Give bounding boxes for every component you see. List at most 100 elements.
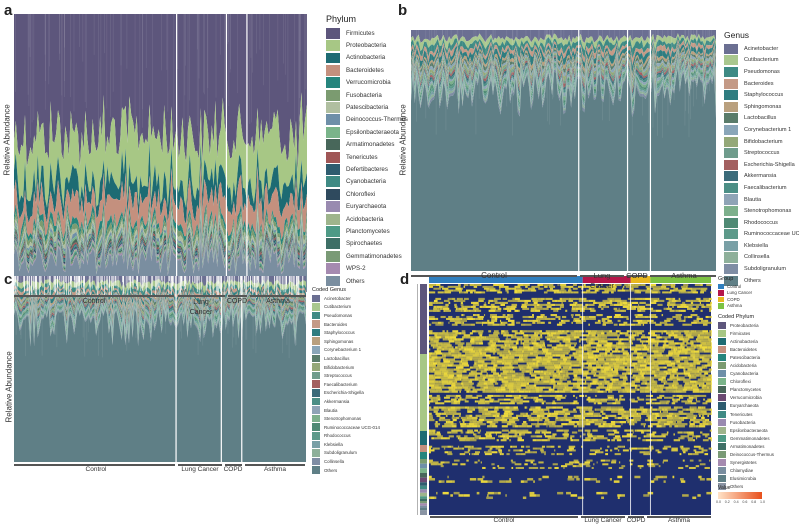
heat-cell (631, 400, 638, 403)
heat-cell (544, 354, 550, 357)
legend-item-ruminococcaceae-ucg-014: Ruminococcaceae UCG-014 (312, 423, 380, 432)
heat-cell (708, 360, 711, 363)
heat-cell (637, 376, 643, 379)
heat-cell (547, 362, 553, 365)
heat-cell (493, 372, 500, 375)
heat-cell (709, 398, 712, 401)
heat-cell (647, 370, 653, 373)
heat-cell (539, 412, 544, 415)
heat-cell (447, 338, 453, 341)
heat-cell (469, 284, 475, 287)
stacked-area-plot-genus (411, 30, 716, 271)
heat-cell (678, 330, 684, 333)
heat-cell (429, 360, 435, 363)
heat-cell (656, 334, 660, 337)
heat-cell (504, 362, 512, 365)
heat-cell (610, 420, 616, 424)
heat-cell (614, 368, 619, 371)
heat-cell (449, 368, 454, 371)
heat-cell (533, 344, 536, 347)
heat-cell (461, 305, 465, 308)
heat-cell (619, 420, 627, 424)
heat-cell (553, 309, 557, 312)
heat-cell (475, 314, 478, 317)
heat-cell (438, 346, 442, 349)
heat-cell (583, 358, 590, 361)
heat-cell (482, 378, 486, 381)
legend-item-staphylococcus: Staphylococcus (312, 328, 380, 337)
heat-cell (560, 354, 565, 357)
heat-cell (447, 297, 452, 301)
phylum-strip-chloroflexi (420, 468, 427, 473)
legend-swatch (718, 451, 726, 459)
heat-cell (616, 388, 623, 391)
heat-cell (530, 390, 536, 393)
heat-cell (441, 380, 449, 383)
heat-cell (555, 354, 561, 357)
legend-label: Gemmatimonadetes (730, 435, 770, 441)
heat-cell (650, 309, 656, 312)
heat-cell (584, 356, 588, 359)
heat-cell (623, 410, 627, 413)
heat-cell (435, 352, 443, 355)
heat-cell (562, 370, 566, 373)
legend-swatch (718, 361, 726, 370)
legend-swatch (718, 394, 726, 402)
heat-cell (667, 402, 669, 405)
heat-cell (429, 356, 431, 359)
heat-cell (553, 368, 556, 371)
heat-cell (478, 418, 485, 422)
heat-cell (472, 314, 476, 317)
legend-label: Defertibacteres (346, 165, 388, 173)
heat-cell (642, 289, 646, 292)
legend-item-others: Others (326, 275, 408, 287)
heat-cell (597, 319, 601, 322)
heat-cell (591, 370, 596, 373)
heat-cell (520, 342, 523, 345)
heat-cell (664, 358, 669, 361)
heat-cell (463, 285, 466, 288)
heat-cell (506, 374, 512, 377)
heat-cell (434, 384, 439, 387)
heat-cell (463, 425, 467, 428)
heat-cell (501, 368, 507, 371)
heat-cell (451, 445, 454, 448)
heat-cell (698, 388, 703, 391)
heat-cell (632, 374, 636, 377)
heat-cell (495, 366, 498, 369)
heat-cell (670, 362, 676, 365)
heat-cell (487, 494, 489, 497)
heat-cell (573, 291, 579, 294)
heat-cell (495, 412, 500, 415)
heat-cell (556, 394, 563, 397)
heat-cell (463, 317, 468, 321)
heat-cell (504, 416, 512, 420)
heat-cell (701, 414, 705, 418)
heat-cell (557, 374, 561, 377)
heat-cell (510, 459, 513, 462)
heat-cell (526, 412, 528, 415)
heat-cell (543, 433, 546, 436)
heat-cell (451, 388, 456, 391)
heat-cell (483, 287, 490, 290)
heat-cell (641, 382, 645, 385)
heat-cell (626, 317, 628, 321)
legend-swatch (312, 380, 320, 389)
heat-cell (707, 348, 712, 351)
heat-cell (604, 338, 609, 341)
heat-cell (433, 346, 438, 349)
heat-cell (533, 398, 535, 401)
heat-cell (598, 425, 605, 428)
heat-cell (458, 284, 460, 287)
heat-cell (543, 344, 546, 347)
heat-cell (528, 384, 534, 387)
heat-cell (696, 435, 701, 438)
heat-cell (559, 342, 562, 345)
heat-cell (616, 374, 619, 377)
heat-cell (480, 317, 482, 321)
heat-cell (694, 303, 699, 306)
heat-cell (450, 400, 454, 403)
heat-cell (441, 382, 447, 385)
heat-cell (503, 398, 511, 401)
legend-items-genus: Acinetobacter Cutibacterium Pseudomonas Bac… (724, 43, 799, 286)
